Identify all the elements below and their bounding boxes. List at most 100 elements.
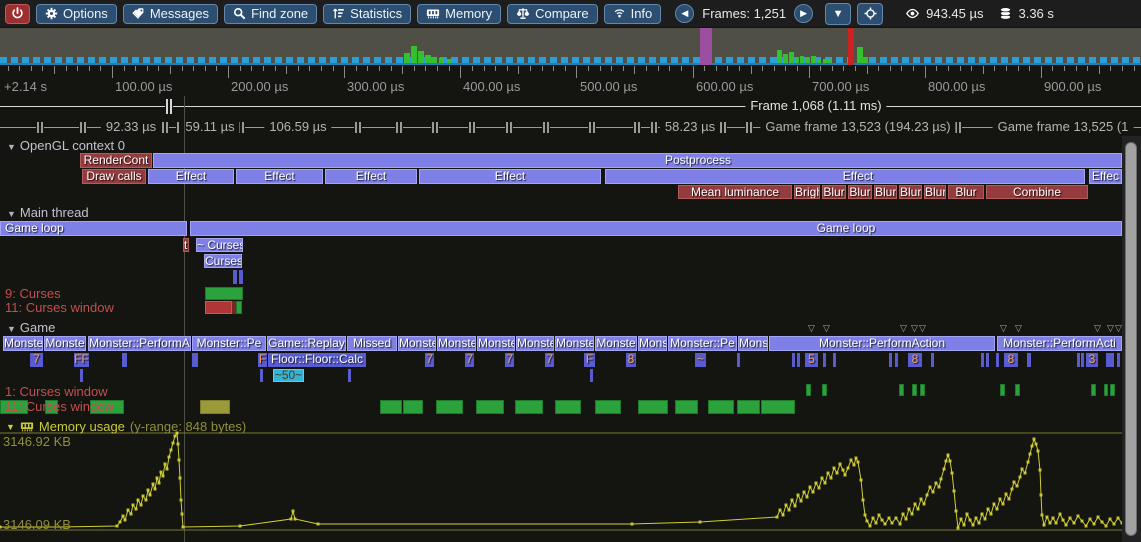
zone-bar[interactable]: Missed <box>347 336 397 351</box>
zone-bar[interactable] <box>403 400 423 414</box>
overview-frame-bar[interactable] <box>811 56 816 63</box>
message-marker-icon[interactable]: ▽ <box>823 323 830 334</box>
zone-bar[interactable] <box>931 353 934 367</box>
overview-frame-bar[interactable] <box>823 59 827 63</box>
overview-frame-bar[interactable] <box>789 52 794 63</box>
overview-frame-bar[interactable] <box>404 53 410 63</box>
zone-bar[interactable] <box>1091 384 1096 396</box>
zone-bar[interactable]: Mons <box>638 336 667 351</box>
zone-bar[interactable]: F <box>258 353 267 367</box>
zone-bar[interactable]: Monste <box>3 336 43 351</box>
prev-frame-button[interactable]: ◀ <box>675 4 694 23</box>
zone-bar[interactable]: Effect <box>236 169 323 184</box>
zone-bar[interactable]: Effect <box>325 169 417 184</box>
thread-header[interactable]: ▼Game <box>7 320 55 335</box>
statistics-button[interactable]: Statistics <box>323 4 411 24</box>
zone-bar[interactable]: 7 <box>425 353 434 367</box>
zone-bar[interactable] <box>981 353 984 367</box>
zone-bar[interactable] <box>1104 384 1108 396</box>
message-marker-icon[interactable]: ▽ <box>808 323 815 334</box>
zone-bar[interactable] <box>920 384 925 396</box>
zone-bar[interactable]: Floor::Floor::Calc <box>268 353 366 367</box>
zone-bar[interactable] <box>792 353 795 367</box>
zone-bar[interactable]: Effect <box>419 169 601 184</box>
thread-header[interactable]: ▼OpenGL context 0 <box>7 138 125 153</box>
memory-button[interactable]: Memory <box>417 4 501 24</box>
zone-bar[interactable] <box>986 353 989 367</box>
zone-bar[interactable]: Game loop <box>190 221 1122 236</box>
zone-bar[interactable]: 8 <box>626 353 636 367</box>
zone-bar[interactable] <box>996 353 999 367</box>
zone-bar[interactable] <box>806 384 811 396</box>
zone-bar[interactable] <box>912 384 917 396</box>
zone-bar[interactable]: 7 <box>30 353 43 367</box>
zone-bar[interactable]: Monste <box>44 336 86 351</box>
zone-bar[interactable] <box>1015 384 1020 396</box>
message-marker-icon[interactable]: ▽ <box>1000 323 1007 334</box>
zone-bar[interactable]: Monste <box>595 336 637 351</box>
zone-bar[interactable]: Brigh <box>794 185 820 199</box>
overview-frame-bar[interactable] <box>411 46 417 63</box>
zone-bar[interactable]: Monste <box>437 336 476 351</box>
options-button[interactable]: Options <box>36 4 117 24</box>
zone-bar[interactable]: Effect <box>605 169 1085 184</box>
zone-bar[interactable]: Blur <box>899 185 922 199</box>
zone-bar[interactable]: 3 <box>1086 353 1098 367</box>
zone-bar[interactable] <box>590 369 593 382</box>
zone-bar[interactable]: Game::Replay <box>267 336 346 351</box>
memory-usage-header[interactable]: ▼ Memory usage (y-range: 848 bytes) <box>6 419 246 434</box>
zone-bar[interactable]: Combine <box>986 185 1088 199</box>
overview-slow-frame-band[interactable] <box>700 28 712 65</box>
zone-bar[interactable] <box>761 400 795 414</box>
time-ruler[interactable]: +2.14 s100.00 µs200.00 µs300.00 µs400.00… <box>0 66 1141 96</box>
zone-bar[interactable] <box>515 400 543 414</box>
zone-bar[interactable] <box>236 301 242 314</box>
zone-bar[interactable]: ~ <box>695 353 706 367</box>
zone-bar[interactable]: Blur <box>848 185 872 199</box>
zone-bar[interactable]: Postprocess <box>153 153 1122 168</box>
zone-bar[interactable]: Blur <box>924 185 946 199</box>
go-to-frame-button[interactable]: ▼ <box>825 3 851 25</box>
zone-bar[interactable] <box>737 400 760 414</box>
zone-bar[interactable] <box>260 369 263 382</box>
zone-bar[interactable] <box>205 287 243 300</box>
zone-bar[interactable] <box>1110 384 1115 396</box>
zone-bar[interactable]: Effec <box>1089 169 1122 184</box>
frame-overview-graph[interactable] <box>0 28 1141 65</box>
zone-bar[interactable] <box>823 353 826 367</box>
zone-bar[interactable]: Curses <box>204 254 242 268</box>
zone-bar[interactable]: Mean luminance <box>678 185 792 199</box>
zone-bar[interactable]: Blur <box>822 185 846 199</box>
zone-bar[interactable]: ~ Curses <box>196 238 243 252</box>
info-button[interactable]: Info <box>604 4 662 24</box>
overview-frame-bar[interactable] <box>806 58 810 63</box>
zone-bar[interactable]: 7 <box>545 353 554 367</box>
zone-bar[interactable]: RenderCont <box>80 153 152 168</box>
message-marker-icon[interactable]: ▽ <box>911 323 918 334</box>
zone-bar[interactable]: Effect <box>148 169 234 184</box>
message-marker-icon[interactable]: ▽ <box>1094 323 1101 334</box>
zone-bar[interactable] <box>833 353 836 367</box>
zone-bar[interactable]: FF <box>74 353 89 367</box>
overview-frame-bar[interactable] <box>864 57 868 63</box>
zone-bar[interactable]: F <box>584 353 595 367</box>
overview-frame-bar[interactable] <box>777 50 782 63</box>
zone-bar[interactable] <box>436 400 463 414</box>
zone-bar[interactable] <box>1000 384 1005 396</box>
overview-frame-bar[interactable] <box>857 47 863 63</box>
zone-bar[interactable] <box>737 353 740 367</box>
zone-bar[interactable]: Mons <box>738 336 768 351</box>
scrollbar-thumb[interactable] <box>1125 142 1137 536</box>
crosshair-button[interactable] <box>857 3 883 25</box>
subframe-band[interactable]: 92.33 µs59.11 µs106.59 µs58.23 µsGame fr… <box>0 118 1141 136</box>
zone-bar[interactable]: Monster::Pe <box>668 336 737 351</box>
overview-frame-bar[interactable] <box>817 59 821 63</box>
messages-button[interactable]: Messages <box>123 4 218 24</box>
zone-bar[interactable]: Monster::PerformA <box>88 336 191 351</box>
zone-bar[interactable] <box>80 369 83 382</box>
zone-bar[interactable]: Monster::PerformAction <box>769 336 995 351</box>
zone-bar[interactable] <box>1081 353 1084 367</box>
zone-bar[interactable] <box>1117 353 1120 367</box>
zone-bar[interactable]: Monster::PerformActi <box>997 336 1122 351</box>
zone-bar[interactable]: 8 <box>908 353 922 367</box>
